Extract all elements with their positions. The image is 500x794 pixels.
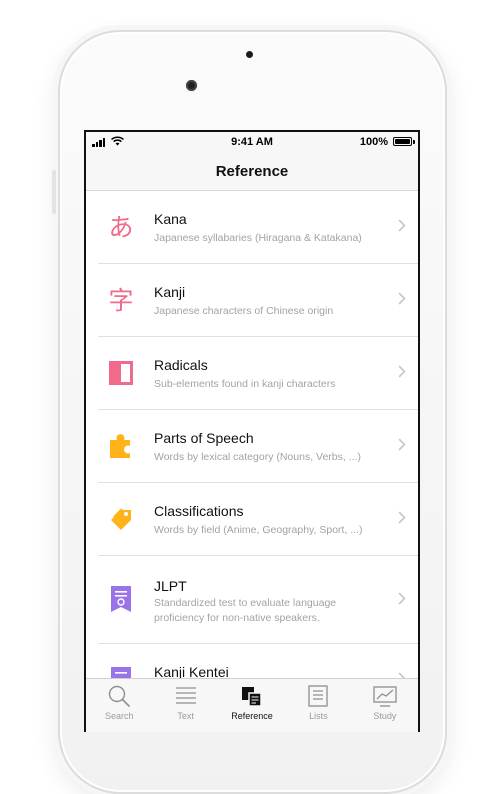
phone-camera <box>186 80 197 91</box>
phone-screen: 9:41 AM 100% Reference あ Kana Japanese s… <box>84 130 420 732</box>
tag-icon <box>107 505 135 533</box>
list-item-kana[interactable]: あ Kana Japanese syllabaries (Hiragana & … <box>98 191 418 264</box>
item-title: Classifications <box>154 503 244 519</box>
list-item-classifications[interactable]: Classifications Words by field (Anime, G… <box>98 483 418 556</box>
kanji-character-icon: 字 <box>108 285 134 315</box>
chevron-right-icon <box>398 365 406 378</box>
tab-label: Search <box>104 711 134 721</box>
list-item-kanji[interactable]: 字 Kanji Japanese characters of Chinese o… <box>98 264 418 337</box>
item-subtitle: Words by field (Anime, Geography, Sport,… <box>154 524 363 536</box>
magnifier-icon <box>109 685 131 707</box>
chevron-right-icon <box>398 219 406 232</box>
chart-screen-icon <box>373 686 397 707</box>
tab-text[interactable]: Text <box>152 679 218 732</box>
reference-cards-icon <box>242 687 262 707</box>
item-title: JLPT <box>154 578 187 594</box>
item-title: Parts of Speech <box>154 430 254 446</box>
tab-lists[interactable]: Lists <box>285 679 351 732</box>
reference-list: あ Kana Japanese syllabaries (Hiragana & … <box>86 191 418 717</box>
item-subtitle: Japanese syllabaries (Hiragana & Katakan… <box>154 232 362 244</box>
radical-block-icon <box>107 359 135 387</box>
item-subtitle: Sub-elements found in kanji characters <box>154 378 336 390</box>
tab-label: Lists <box>309 711 328 721</box>
certificate-icon <box>107 585 135 613</box>
status-bar: 9:41 AM 100% <box>86 132 418 154</box>
item-title: Kana <box>154 211 187 227</box>
list-item-parts-of-speech[interactable]: Parts of Speech Words by lexical categor… <box>98 410 418 483</box>
tab-study[interactable]: Study <box>352 679 418 732</box>
chevron-right-icon <box>398 438 406 451</box>
list-card-icon <box>308 685 329 707</box>
item-title: Radicals <box>154 357 208 373</box>
tab-label: Reference <box>231 711 273 721</box>
battery-icon <box>393 137 412 146</box>
chevron-right-icon <box>398 292 406 305</box>
hiragana-a-icon: あ <box>108 212 134 242</box>
list-item-radicals[interactable]: Radicals Sub-elements found in kanji cha… <box>98 337 418 410</box>
list-item-jlpt[interactable]: JLPT Standardized test to evaluate langu… <box>98 556 418 644</box>
item-subtitle: Words by lexical category (Nouns, Verbs,… <box>154 451 361 463</box>
phone-side-button <box>52 170 56 214</box>
page-title: Reference <box>215 163 289 180</box>
battery-percent: 100% <box>359 136 388 148</box>
tab-label: Text <box>177 711 194 721</box>
chevron-right-icon <box>398 592 406 605</box>
tab-search[interactable]: Search <box>86 679 152 732</box>
phone-speaker <box>246 51 253 58</box>
item-title: Kanji <box>154 284 186 300</box>
navigation-bar: Reference <box>86 154 418 191</box>
battery-tip <box>413 140 415 144</box>
item-subtitle: Standardized test to evaluate language p… <box>154 597 337 624</box>
item-subtitle: Japanese characters of Chinese origin <box>154 305 334 317</box>
puzzle-piece-icon <box>107 432 135 460</box>
tab-label: Study <box>373 711 397 721</box>
tab-reference[interactable]: Reference <box>219 679 285 732</box>
chevron-right-icon <box>398 511 406 524</box>
tab-bar: Search Text Reference Lists Study <box>86 678 418 732</box>
text-lines-icon <box>175 687 196 704</box>
